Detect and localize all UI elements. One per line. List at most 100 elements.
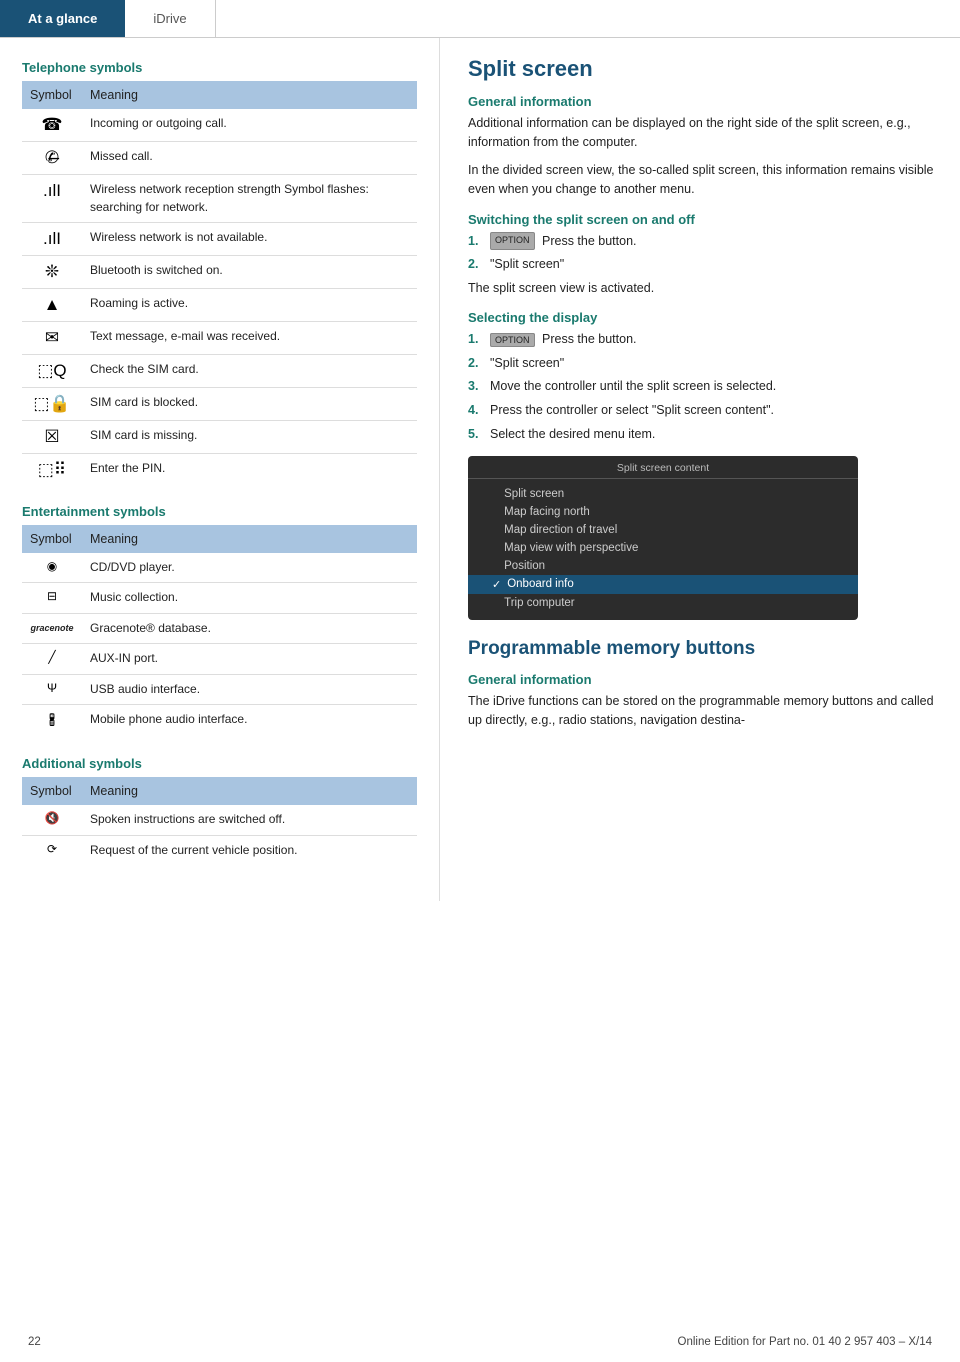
switching-subtitle: Switching the split screen on and off [468,212,936,227]
split-screen-menu-title: Split screen content [468,462,858,479]
meaning-cell: Music collection. [82,583,417,613]
split-screen-menu-item[interactable]: ✓ Onboard info [468,575,858,594]
list-text: "Split screen" [490,354,564,373]
tab-at-a-glance[interactable]: At a glance [0,0,125,37]
programmable-section: Programmable memory buttons General info… [468,638,936,731]
general-info-text2: In the divided screen view, the so-calle… [468,161,936,200]
menu-item-label: Map direction of travel [504,524,617,536]
symbol-cell: ⬚🔒 [22,387,82,420]
symbol-cell: ✉ [22,321,82,354]
meaning-cell: SIM card is missing. [82,420,417,453]
split-screen-menu-item[interactable]: Map facing north [468,503,858,521]
table-row: ✆̶Missed call. [22,142,417,175]
meaning-cell: Spoken instructions are switched off. [82,805,417,835]
symbol-cell: ⬚⠿ [22,453,82,486]
left-column: Telephone symbols Symbol Meaning ☎Incomi… [0,38,440,901]
additional-table-col2: Meaning [82,777,417,805]
meaning-cell: CD/DVD player. [82,553,417,583]
split-screen-menu-image: Split screen content Split screen Map fa… [468,456,858,620]
symbol-cell: ☒ [22,420,82,453]
symbol-cell: gracenote [22,613,82,643]
tab-idrive[interactable]: iDrive [125,0,215,37]
split-screen-title: Split screen [468,56,936,82]
table-row: ◉CD/DVD player. [22,553,417,583]
table-row: ΨUSB audio interface. [22,674,417,704]
list-num: 2. [468,255,486,274]
table-row: 🖁Mobile phone audio interface. [22,704,417,738]
list-text: OPTION Press the button. [490,232,637,251]
table-row: .ılIWireless network reception strength … [22,175,417,223]
meaning-cell: Check the SIM card. [82,354,417,387]
page-number: 22 [28,1336,41,1348]
list-item: 2."Split screen" [468,354,936,373]
table-row: ❊Bluetooth is switched on. [22,255,417,288]
telephone-symbols-title: Telephone symbols [22,60,417,75]
list-text: Move the controller until the split scre… [490,377,776,396]
checkmark-icon: ✓ [492,578,501,591]
split-screen-menu-item[interactable]: Map view with perspective [468,539,858,557]
meaning-cell: Text message, e-mail was received. [82,321,417,354]
table-row: ⊟Music collection. [22,583,417,613]
symbol-cell: ❊ [22,255,82,288]
list-text: The split screen view is activated. [468,279,654,298]
menu-item-label: Split screen [504,488,564,500]
table-row: ⬚🔒SIM card is blocked. [22,387,417,420]
symbol-cell: Ψ [22,674,82,704]
table-row: ☒SIM card is missing. [22,420,417,453]
entertainment-table-col1: Symbol [22,525,82,553]
meaning-cell: Gracenote® database. [82,613,417,643]
list-num: 2. [468,354,486,373]
split-screen-menu-item[interactable]: Split screen [468,485,858,503]
switching-steps-list: 1.OPTION Press the button.2."Split scree… [468,232,936,298]
list-num: 1. [468,232,486,251]
prog-title: Programmable memory buttons [468,638,936,660]
menu-item-label: Trip computer [504,597,575,609]
prog-general-label: General information [468,672,936,687]
list-item: The split screen view is activated. [468,279,936,298]
meaning-cell: Mobile phone audio interface. [82,704,417,738]
table-row: ▲Roaming is active. [22,288,417,321]
list-num: 4. [468,401,486,420]
list-text: "Split screen" [490,255,564,274]
table-row: ╱AUX-IN port. [22,644,417,674]
entertainment-table-col2: Meaning [82,525,417,553]
split-screen-menu-item[interactable]: Position [468,557,858,575]
right-column: Split screen General information Additio… [440,38,960,901]
symbol-cell: .ılI [22,175,82,223]
table-row: gracenoteGracenote® database. [22,613,417,643]
list-num: 1. [468,330,486,349]
split-screen-menu-item[interactable]: Map direction of travel [468,521,858,539]
meaning-cell: Incoming or outgoing call. [82,109,417,142]
list-num: 3. [468,377,486,396]
top-navigation: At a glance iDrive [0,0,960,38]
list-item: 3.Move the controller until the split sc… [468,377,936,396]
symbol-cell: ✆̶ [22,142,82,175]
menu-item-label: Onboard info [507,578,574,590]
general-info-subtitle: General information [468,94,936,109]
table-row: ☎Incoming or outgoing call. [22,109,417,142]
meaning-cell: Request of the current vehicle position. [82,835,417,865]
split-screen-menu-item[interactable]: Trip computer [468,594,858,612]
list-item: 4.Press the controller or select "Split … [468,401,936,420]
list-text: Select the desired menu item. [490,425,655,444]
list-item: 2."Split screen" [468,255,936,274]
symbol-cell: ▲ [22,288,82,321]
telephone-table: Symbol Meaning ☎Incoming or outgoing cal… [22,81,417,486]
symbol-cell: ⊟ [22,583,82,613]
additional-symbols-title: Additional symbols [22,756,417,771]
list-item: 1.OPTION Press the button. [468,232,936,251]
table-row: .ılIWireless network is not available. [22,222,417,255]
selecting-subtitle: Selecting the display [468,310,936,325]
symbol-cell: 🖁 [22,704,82,738]
prog-general-text: The iDrive functions can be stored on th… [468,692,936,731]
list-item: 5.Select the desired menu item. [468,425,936,444]
list-item: 1.OPTION Press the button. [468,330,936,349]
entertainment-symbols-title: Entertainment symbols [22,504,417,519]
page-footer: 22 Online Edition for Part no. 01 40 2 9… [0,1336,960,1348]
meaning-cell: SIM card is blocked. [82,387,417,420]
general-info-text1: Additional information can be displayed … [468,114,936,153]
telephone-table-col1: Symbol [22,81,82,109]
symbol-cell: ╱ [22,644,82,674]
entertainment-table: Symbol Meaning ◉CD/DVD player.⊟Music col… [22,525,417,738]
copyright-text: Online Edition for Part no. 01 40 2 957 … [678,1336,932,1348]
